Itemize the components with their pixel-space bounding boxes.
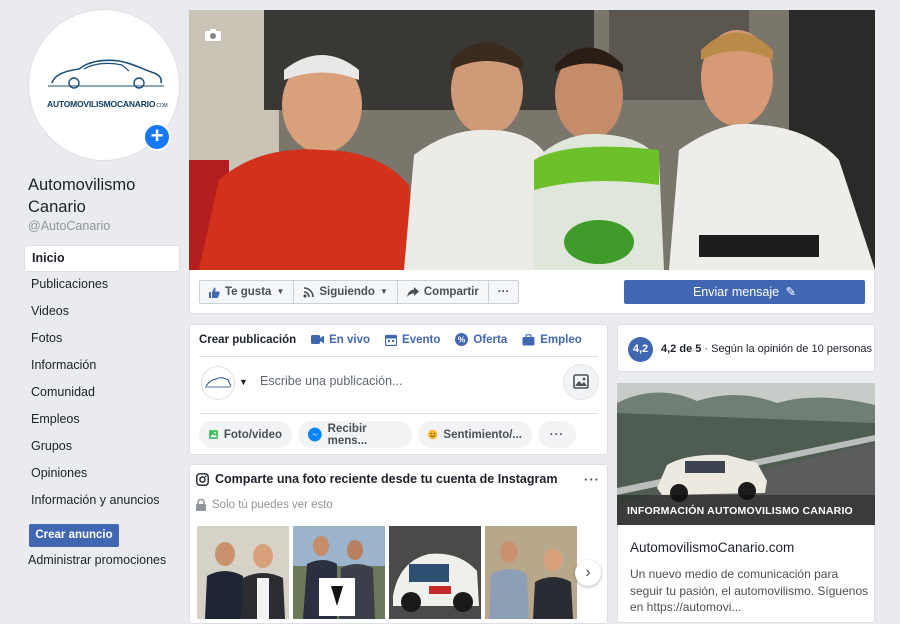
nav-item-empleos[interactable]: Empleos <box>24 407 180 434</box>
instagram-card-title: Comparte una foto reciente desde tu cuen… <box>196 472 557 486</box>
carousel-next-button[interactable]: › <box>575 560 601 586</box>
divider <box>199 413 598 414</box>
page-handle[interactable]: @AutoCanario <box>28 219 110 233</box>
about-image[interactable] <box>617 383 875 525</box>
image-icon <box>573 374 589 389</box>
photo-video-button[interactable]: Foto/video <box>199 421 292 448</box>
car-logo-icon <box>48 59 164 89</box>
send-message-button[interactable]: Enviar mensaje ✎ <box>624 280 865 304</box>
nav-item-comunidad[interactable]: Comunidad <box>24 380 180 407</box>
lock-icon <box>196 499 206 511</box>
composer-more-button[interactable]: ··· <box>538 421 576 448</box>
like-button[interactable]: Te gusta ▼ <box>200 281 295 303</box>
share-button[interactable]: Compartir <box>398 281 489 303</box>
page-title: Automovilismo Canario <box>28 176 136 216</box>
page-avatar-small[interactable] <box>201 366 235 400</box>
rss-icon <box>303 286 315 298</box>
photo-men-suits <box>197 526 289 619</box>
instagram-photo[interactable] <box>389 526 481 619</box>
nav-item-opiniones[interactable]: Opiniones <box>24 461 180 488</box>
more-actions-button[interactable]: ··· <box>489 281 519 303</box>
thumbs-up-icon <box>209 287 220 298</box>
tab-create-post[interactable]: Crear publicación <box>199 333 296 346</box>
nav-item-info-anuncios[interactable]: Información y anuncios <box>24 488 180 515</box>
page-nav: Inicio Publicaciones Videos Fotos Inform… <box>24 245 180 515</box>
divider <box>199 356 598 357</box>
instagram-photo[interactable] <box>293 526 385 619</box>
add-photo-button[interactable] <box>563 364 599 400</box>
instagram-privacy-note: Solo tú puedes ver esto <box>196 499 333 511</box>
instagram-icon <box>196 472 209 486</box>
create-ad-button[interactable]: Crear anuncio <box>29 524 119 547</box>
percent-tag-icon: % <box>455 333 469 346</box>
smiley-icon <box>428 429 438 440</box>
nav-item-publicaciones[interactable]: Publicaciones <box>24 272 180 299</box>
manage-promotions-link[interactable]: Administrar promociones <box>28 553 166 567</box>
post-input[interactable]: Escribe una publicación... <box>260 374 402 388</box>
instagram-photo[interactable] <box>485 526 577 619</box>
pencil-icon: ✎ <box>785 285 797 299</box>
about-description: Un nuevo medio de comunicación para segu… <box>630 567 869 614</box>
instagram-photo[interactable] <box>197 526 289 619</box>
nav-item-grupos[interactable]: Grupos <box>24 434 180 461</box>
chevron-down-icon: ▼ <box>276 287 285 296</box>
messenger-icon <box>308 427 322 442</box>
about-image-label: INFORMACIÓN AUTOMOVILISMO CANARIO <box>627 505 853 517</box>
video-camera-icon <box>311 335 325 344</box>
photo-men-ceremony <box>485 526 577 619</box>
tab-live[interactable]: En vivo <box>311 333 370 346</box>
instagram-photos-carousel <box>197 526 600 619</box>
tab-job[interactable]: Empleo <box>522 333 582 346</box>
nav-item-inicio[interactable]: Inicio <box>24 245 180 272</box>
photo-rally-car <box>389 526 481 619</box>
logo-wordmark: AUTOMOVILISMOCANARIO.COM <box>47 99 168 109</box>
photo-icon <box>209 430 218 439</box>
receive-messages-button[interactable]: Recibir mens... <box>298 421 412 448</box>
camera-icon[interactable] <box>204 28 222 42</box>
rally-car-photo <box>617 383 875 525</box>
cover-photo[interactable] <box>189 10 875 270</box>
follow-button[interactable]: Siguiendo ▼ <box>294 281 398 303</box>
about-title[interactable]: AutomovilismoCanario.com <box>630 540 794 555</box>
tab-offer[interactable]: % Oferta <box>455 333 507 346</box>
rating-badge: 4,2 <box>628 337 653 362</box>
nav-item-fotos[interactable]: Fotos <box>24 326 180 353</box>
photo-drivers-shirt <box>293 526 385 619</box>
car-logo-icon <box>205 377 232 388</box>
chevron-down-icon: ▼ <box>379 287 388 296</box>
calendar-icon <box>385 334 398 346</box>
share-icon <box>406 286 419 297</box>
cover-photo-image <box>189 10 875 270</box>
composer-tabs: Crear publicación En vivo Evento % Ofert… <box>199 333 582 346</box>
caret-down-icon[interactable]: ▼ <box>239 377 248 387</box>
nav-item-informacion[interactable]: Información <box>24 353 180 380</box>
nav-item-videos[interactable]: Videos <box>24 299 180 326</box>
svg-text:%: % <box>458 335 466 345</box>
instagram-more-button[interactable]: ··· <box>584 472 600 487</box>
page-action-buttons: Te gusta ▼ Siguiendo ▼ Compartir ··· <box>199 280 520 304</box>
tab-event[interactable]: Evento <box>385 333 440 346</box>
briefcase-icon <box>522 333 535 345</box>
feeling-button[interactable]: Sentimiento/... <box>418 421 532 448</box>
add-photo-button[interactable]: + <box>143 123 171 151</box>
rating-summary: 4,2 de 5 · Según la opinión de 10 person… <box>661 343 872 355</box>
